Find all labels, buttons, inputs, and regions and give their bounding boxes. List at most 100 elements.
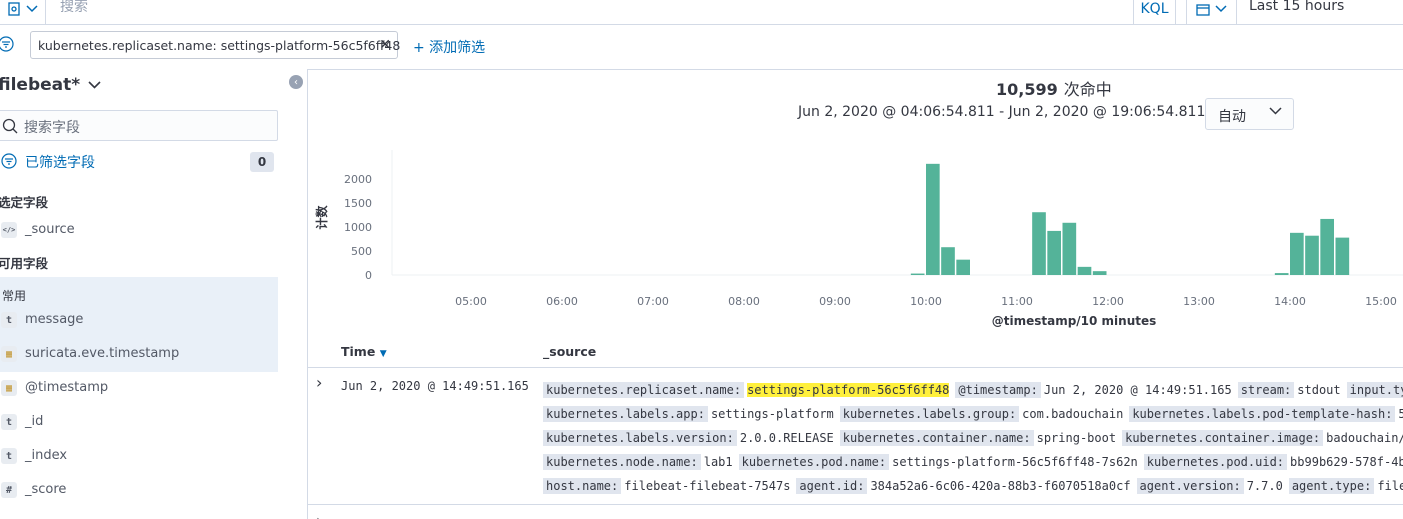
- string-type-icon: t: [1, 448, 17, 464]
- source-field-key: input.type:: [1346, 382, 1403, 398]
- expand-row-icon[interactable]: ›: [316, 511, 322, 519]
- y-axis-title: 计数: [314, 205, 329, 230]
- interval-value: 自动: [1218, 109, 1246, 125]
- field-item-source[interactable]: </> _source: [0, 214, 278, 248]
- histogram-bar: [1032, 212, 1046, 275]
- date-picker[interactable]: Last 15 hours: [1186, 0, 1403, 24]
- source-field-key: kubernetes.labels.pod-template-hash:: [1129, 406, 1396, 422]
- y-tick-label: 2000: [344, 173, 372, 186]
- field-name: _score: [25, 482, 67, 497]
- histogram-bar: [910, 273, 925, 275]
- source-field-value: badouchain/: [1326, 431, 1403, 445]
- chevron-down-icon: [88, 81, 101, 89]
- field-item-score[interactable]: # _score: [0, 474, 278, 508]
- source-field-key: kubernetes.pod.name:: [738, 454, 890, 470]
- source-field-key: host.name:: [543, 478, 622, 494]
- source-field-value: Jun 2, 2020 @ 14:49:51.165: [1043, 383, 1232, 397]
- histogram-bar: [956, 259, 970, 275]
- field-name: message: [25, 312, 84, 327]
- close-icon[interactable]: ✕: [379, 37, 391, 53]
- row-divider: [308, 504, 1403, 505]
- table-header: Time ▼ _source: [308, 340, 1403, 368]
- field-item-index[interactable]: t _index: [0, 440, 278, 474]
- filter-icon[interactable]: [0, 36, 14, 52]
- filtered-fields-toggle[interactable]: 已筛选字段 0: [0, 152, 278, 174]
- histogram-bar: [1335, 237, 1350, 275]
- collapse-sidebar-icon[interactable]: ‹: [289, 75, 303, 89]
- histogram-bar: [941, 247, 955, 275]
- time-column-label: Time: [341, 344, 376, 359]
- calendar-icon: [1196, 3, 1210, 16]
- filter-pill-label: kubernetes.replicaset.name: settings-pla…: [38, 37, 401, 53]
- kql-toggle-button[interactable]: KQL: [1133, 0, 1176, 24]
- y-tick-label: 1500: [344, 197, 372, 210]
- source-field-value: filebeat-filebeat-7547s: [624, 479, 791, 493]
- source-field-key: @timestamp:: [955, 382, 1041, 398]
- histogram-bar: [926, 163, 940, 275]
- x-tick-label: 14:00: [1274, 295, 1306, 308]
- filter-icon: [1, 153, 17, 169]
- source-field-value: lab1: [703, 455, 733, 469]
- popular-fields-group: 常用 t message ▦ suricata.eve.timestamp: [0, 277, 278, 372]
- source-column-header: _source: [543, 344, 597, 359]
- source-field-key: kubernetes.replicaset.name:: [543, 382, 745, 398]
- source-field-value: filebeat: [1377, 479, 1403, 493]
- x-tick-label: 07:00: [637, 295, 669, 308]
- source-field-key: kubernetes.labels.group:: [839, 406, 1020, 422]
- histogram-bar: [1062, 222, 1077, 275]
- table-row[interactable]: › Jun 2, 2020 @ 14:49:51.165 kubernetes.re…: [308, 372, 1403, 502]
- source-field-value: 56c5f6ff48: [1398, 407, 1403, 421]
- field-item-suricata-eve-timestamp[interactable]: ▦ suricata.eve.timestamp: [0, 338, 278, 372]
- time-range-value[interactable]: Last 15 hours: [1249, 0, 1344, 14]
- source-field-key: agent.type:: [1288, 478, 1375, 494]
- quick-select-button[interactable]: [1187, 0, 1237, 24]
- string-type-icon: t: [1, 414, 17, 430]
- filter-pill[interactable]: kubernetes.replicaset.name: settings-pla…: [30, 31, 401, 59]
- source-line: kubernetes.labels.version: 2.0.0.RELEASE k…: [543, 426, 1403, 450]
- sort-down-icon: ▼: [379, 349, 387, 359]
- source-field-key: agent.version:: [1136, 478, 1244, 494]
- source-field-value: settings-platform-56c5f6ff48-7s62n: [892, 455, 1138, 469]
- source-field-key: kubernetes.container.name:: [839, 430, 1034, 446]
- source-line: host.name: filebeat-filebeat-7547s agent.i…: [543, 474, 1403, 498]
- field-item-id[interactable]: t _id: [0, 406, 278, 440]
- index-pattern-selector[interactable]: filebeat*: [0, 75, 101, 95]
- source-field-value: stdout: [1297, 383, 1341, 397]
- chevron-down-icon: [25, 5, 38, 13]
- chevron-down-icon: [1215, 5, 1227, 13]
- query-menu-button[interactable]: [0, 0, 46, 24]
- source-field-value: 7.7.0: [1246, 479, 1283, 493]
- number-type-icon: #: [1, 482, 17, 498]
- table-row[interactable]: ›Jun 2, 2020 @ 14:49:51.164kubernetes.re…: [308, 510, 1403, 519]
- field-item-message[interactable]: t message: [0, 304, 278, 338]
- x-tick-label: 09:00: [819, 295, 851, 308]
- source-field-key: kubernetes.pod.uid:: [1143, 454, 1288, 470]
- field-item-timestamp[interactable]: ▦ @timestamp: [0, 372, 278, 406]
- histogram-bar: [1320, 218, 1334, 275]
- field-name: _id: [25, 414, 44, 429]
- filter-bar: kubernetes.replicaset.name: settings-pla…: [0, 25, 1403, 69]
- code-icon: </>: [1, 222, 17, 238]
- interval-select[interactable]: 自动: [1205, 98, 1294, 130]
- expand-row-icon[interactable]: ›: [316, 373, 322, 392]
- x-tick-label: 13:00: [1183, 295, 1215, 308]
- saved-query-icon: [7, 2, 20, 16]
- query-bar: 搜索 KQL Last 15 hours: [0, 0, 1403, 25]
- histogram-chart[interactable]: 0 500 1000 1500 2000 05:00 06:00 07:00 08:00 09:0…: [308, 140, 1403, 330]
- hits-label: 次命中: [1063, 80, 1112, 99]
- time-column-header[interactable]: Time ▼: [341, 344, 387, 359]
- add-filter-button[interactable]: + 添加筛选: [413, 37, 485, 57]
- field-search-input[interactable]: 搜索字段: [0, 110, 278, 141]
- time-range-text: Jun 2, 2020 @ 04:06:54.811 - Jun 2, 2020…: [798, 104, 1224, 120]
- source-field-value: settings-platform-56c5f6ff48: [747, 383, 950, 397]
- index-pattern-name: filebeat*: [0, 75, 81, 95]
- field-name: suricata.eve.timestamp: [25, 346, 180, 361]
- x-tick-label: 08:00: [728, 295, 760, 308]
- search-icon: [2, 118, 18, 134]
- source-field-key: stream:: [1237, 382, 1295, 398]
- source-field-value: 384a52a6-6c06-420a-88b3-f6070518a0cf: [870, 479, 1131, 493]
- selected-fields-heading: 选定字段: [0, 195, 49, 210]
- source-field-value: 2.0.0.RELEASE: [739, 431, 834, 445]
- x-tick-label: 06:00: [546, 295, 578, 308]
- search-input[interactable]: 搜索: [60, 0, 88, 16]
